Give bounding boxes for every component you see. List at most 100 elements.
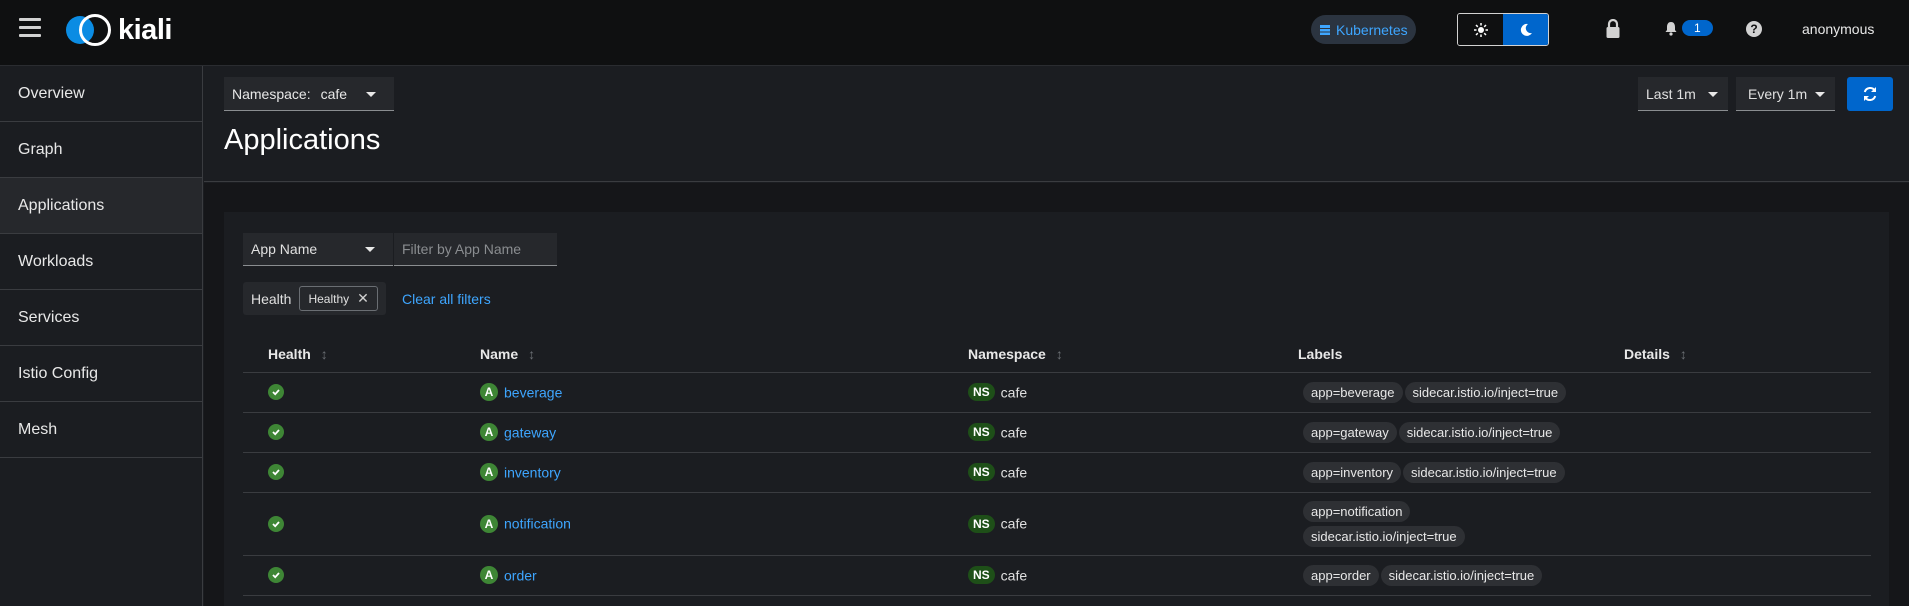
table-row: Anotification NS cafe app=notification sid… — [243, 492, 1871, 556]
namespace-badge: NS — [968, 566, 995, 585]
app-name-link[interactable]: gateway — [504, 424, 556, 440]
namespace-cell: NS cafe — [968, 372, 1298, 413]
cluster-icon — [1320, 24, 1330, 35]
column-header-name-label: Name — [480, 345, 519, 362]
sidebar-item-services[interactable]: Services — [0, 290, 202, 346]
sidebar-item-mesh[interactable]: Mesh — [0, 402, 202, 458]
sun-icon — [1473, 22, 1488, 37]
sort-icon: ↕ — [320, 345, 328, 362]
active-filter-group: Health Healthy ✕ — [243, 282, 386, 315]
app-name-link[interactable]: notification — [504, 516, 571, 532]
namespace-text: cafe — [1000, 464, 1028, 481]
filter-input[interactable] — [394, 233, 557, 266]
dark-theme-button[interactable] — [1503, 14, 1548, 45]
labels-cell: app=order sidecar.istio.io/inject=true — [1298, 555, 1871, 596]
name-cell: Aorder — [480, 555, 968, 596]
help-icon[interactable]: ? — [1746, 21, 1762, 37]
namespace-badge: NS — [968, 383, 995, 402]
column-header-name[interactable]: Name ↕ — [480, 336, 968, 373]
health-cell — [243, 372, 480, 413]
sidebar-item-applications[interactable]: Applications — [0, 178, 202, 234]
namespace-text: cafe — [1000, 424, 1028, 441]
labels-cell: app=gateway sidecar.istio.io/inject=true — [1298, 412, 1871, 453]
refresh-icon — [1863, 87, 1877, 101]
kiali-logo[interactable]: kiali — [66, 13, 172, 47]
app-name-link[interactable]: order — [504, 567, 537, 583]
health-cell — [243, 412, 480, 453]
notifications-button[interactable]: 1 — [1664, 20, 1713, 36]
namespace-text: cafe — [1000, 567, 1028, 584]
logo-text: kiali — [118, 13, 172, 46]
theme-toggle[interactable] — [1457, 13, 1549, 46]
healthy-check-icon — [268, 424, 284, 440]
filter-chip-label: Healthy — [308, 291, 350, 306]
labels-cell: app=notification sidecar.istio.io/inject=… — [1298, 492, 1624, 556]
refresh-button[interactable] — [1847, 77, 1893, 111]
namespace-text: cafe — [1000, 384, 1028, 401]
namespace-badge: NS — [968, 514, 995, 533]
refresh-interval-value: Every 1m — [1748, 85, 1808, 102]
namespace-select-label: Namespace: — [232, 85, 311, 102]
healthy-check-icon — [268, 567, 284, 583]
sidebar: Overview Graph Applications Workloads Se… — [0, 66, 203, 606]
app-badge: A — [480, 423, 498, 442]
main-content: Namespace: cafe Applications Last 1m Eve… — [204, 66, 1909, 606]
healthy-check-icon — [268, 515, 284, 532]
caret-down-icon — [1815, 92, 1825, 97]
column-header-details-label: Details — [1624, 345, 1670, 362]
namespace-badge: NS — [968, 463, 995, 482]
refresh-interval-select[interactable]: Every 1m — [1736, 77, 1835, 111]
content-area: App Name Health Healthy ✕ Clear all filt… — [204, 183, 1909, 606]
hamburger-menu-icon[interactable] — [19, 18, 41, 38]
light-theme-button[interactable] — [1458, 14, 1503, 45]
sort-icon: ↕ — [528, 345, 536, 362]
column-header-namespace[interactable]: Namespace ↕ — [968, 336, 1298, 373]
name-cell: Agateway — [480, 412, 968, 453]
close-icon[interactable]: ✕ — [357, 290, 369, 307]
filter-group-label: Health — [251, 290, 292, 307]
label-pill: app=gateway — [1303, 421, 1397, 443]
table-row: Aorder NS cafe app=order sidecar.istio.io/… — [243, 555, 1871, 596]
user-menu[interactable]: anonymous — [1802, 21, 1874, 37]
time-range-value: Last 1m — [1646, 85, 1696, 102]
applications-table: Health ↕ Name ↕ Namespace ↕ Labels Details ↕… — [243, 336, 1871, 596]
column-header-details[interactable]: Details ↕ — [1624, 336, 1871, 373]
label-pill: sidecar.istio.io/inject=true — [1404, 381, 1567, 403]
namespace-cell: NS cafe — [968, 492, 1298, 556]
bell-icon — [1665, 21, 1677, 36]
app-name-link[interactable]: beverage — [504, 384, 562, 400]
sidebar-item-overview[interactable]: Overview — [0, 66, 202, 122]
name-cell: Ainventory — [480, 452, 968, 493]
app-badge: A — [480, 566, 498, 585]
app-name-link[interactable]: inventory — [504, 464, 561, 480]
notification-count-badge: 1 — [1682, 20, 1713, 36]
label-pill: sidecar.istio.io/inject=true — [1380, 564, 1543, 586]
health-cell — [243, 555, 480, 596]
page-title: Applications — [224, 124, 381, 156]
lock-icon[interactable] — [1605, 19, 1621, 39]
clear-all-filters-link[interactable]: Clear all filters — [402, 291, 491, 307]
namespace-badge: NS — [968, 423, 995, 442]
app-badge: A — [480, 514, 498, 533]
kiali-logo-mark — [66, 14, 112, 46]
time-range-select[interactable]: Last 1m — [1638, 77, 1728, 111]
column-header-labels-label: Labels — [1298, 345, 1343, 362]
caret-down-icon — [365, 247, 375, 252]
sidebar-item-istio-config[interactable]: Istio Config — [0, 346, 202, 402]
sidebar-item-workloads[interactable]: Workloads — [0, 234, 202, 290]
namespace-select-value: cafe — [320, 85, 348, 102]
filter-chip: Healthy ✕ — [299, 286, 378, 311]
namespace-cell: NS cafe — [968, 412, 1298, 453]
sidebar-item-graph[interactable]: Graph — [0, 122, 202, 178]
column-header-health[interactable]: Health ↕ — [243, 336, 480, 373]
label-pill: sidecar.istio.io/inject=true — [1303, 525, 1465, 547]
filter-type-select[interactable]: App Name — [243, 233, 393, 266]
label-pill: app=beverage — [1303, 381, 1403, 403]
moon-icon — [1520, 23, 1532, 36]
applications-card: App Name Health Healthy ✕ Clear all filt… — [224, 212, 1889, 606]
app-badge: A — [480, 383, 498, 402]
namespace-select[interactable]: Namespace: cafe — [224, 77, 394, 111]
column-header-labels: Labels — [1298, 336, 1624, 373]
cluster-name: Kubernetes — [1336, 21, 1408, 38]
table-header-row: Health ↕ Name ↕ Namespace ↕ Labels Details ↕ — [243, 336, 1871, 373]
